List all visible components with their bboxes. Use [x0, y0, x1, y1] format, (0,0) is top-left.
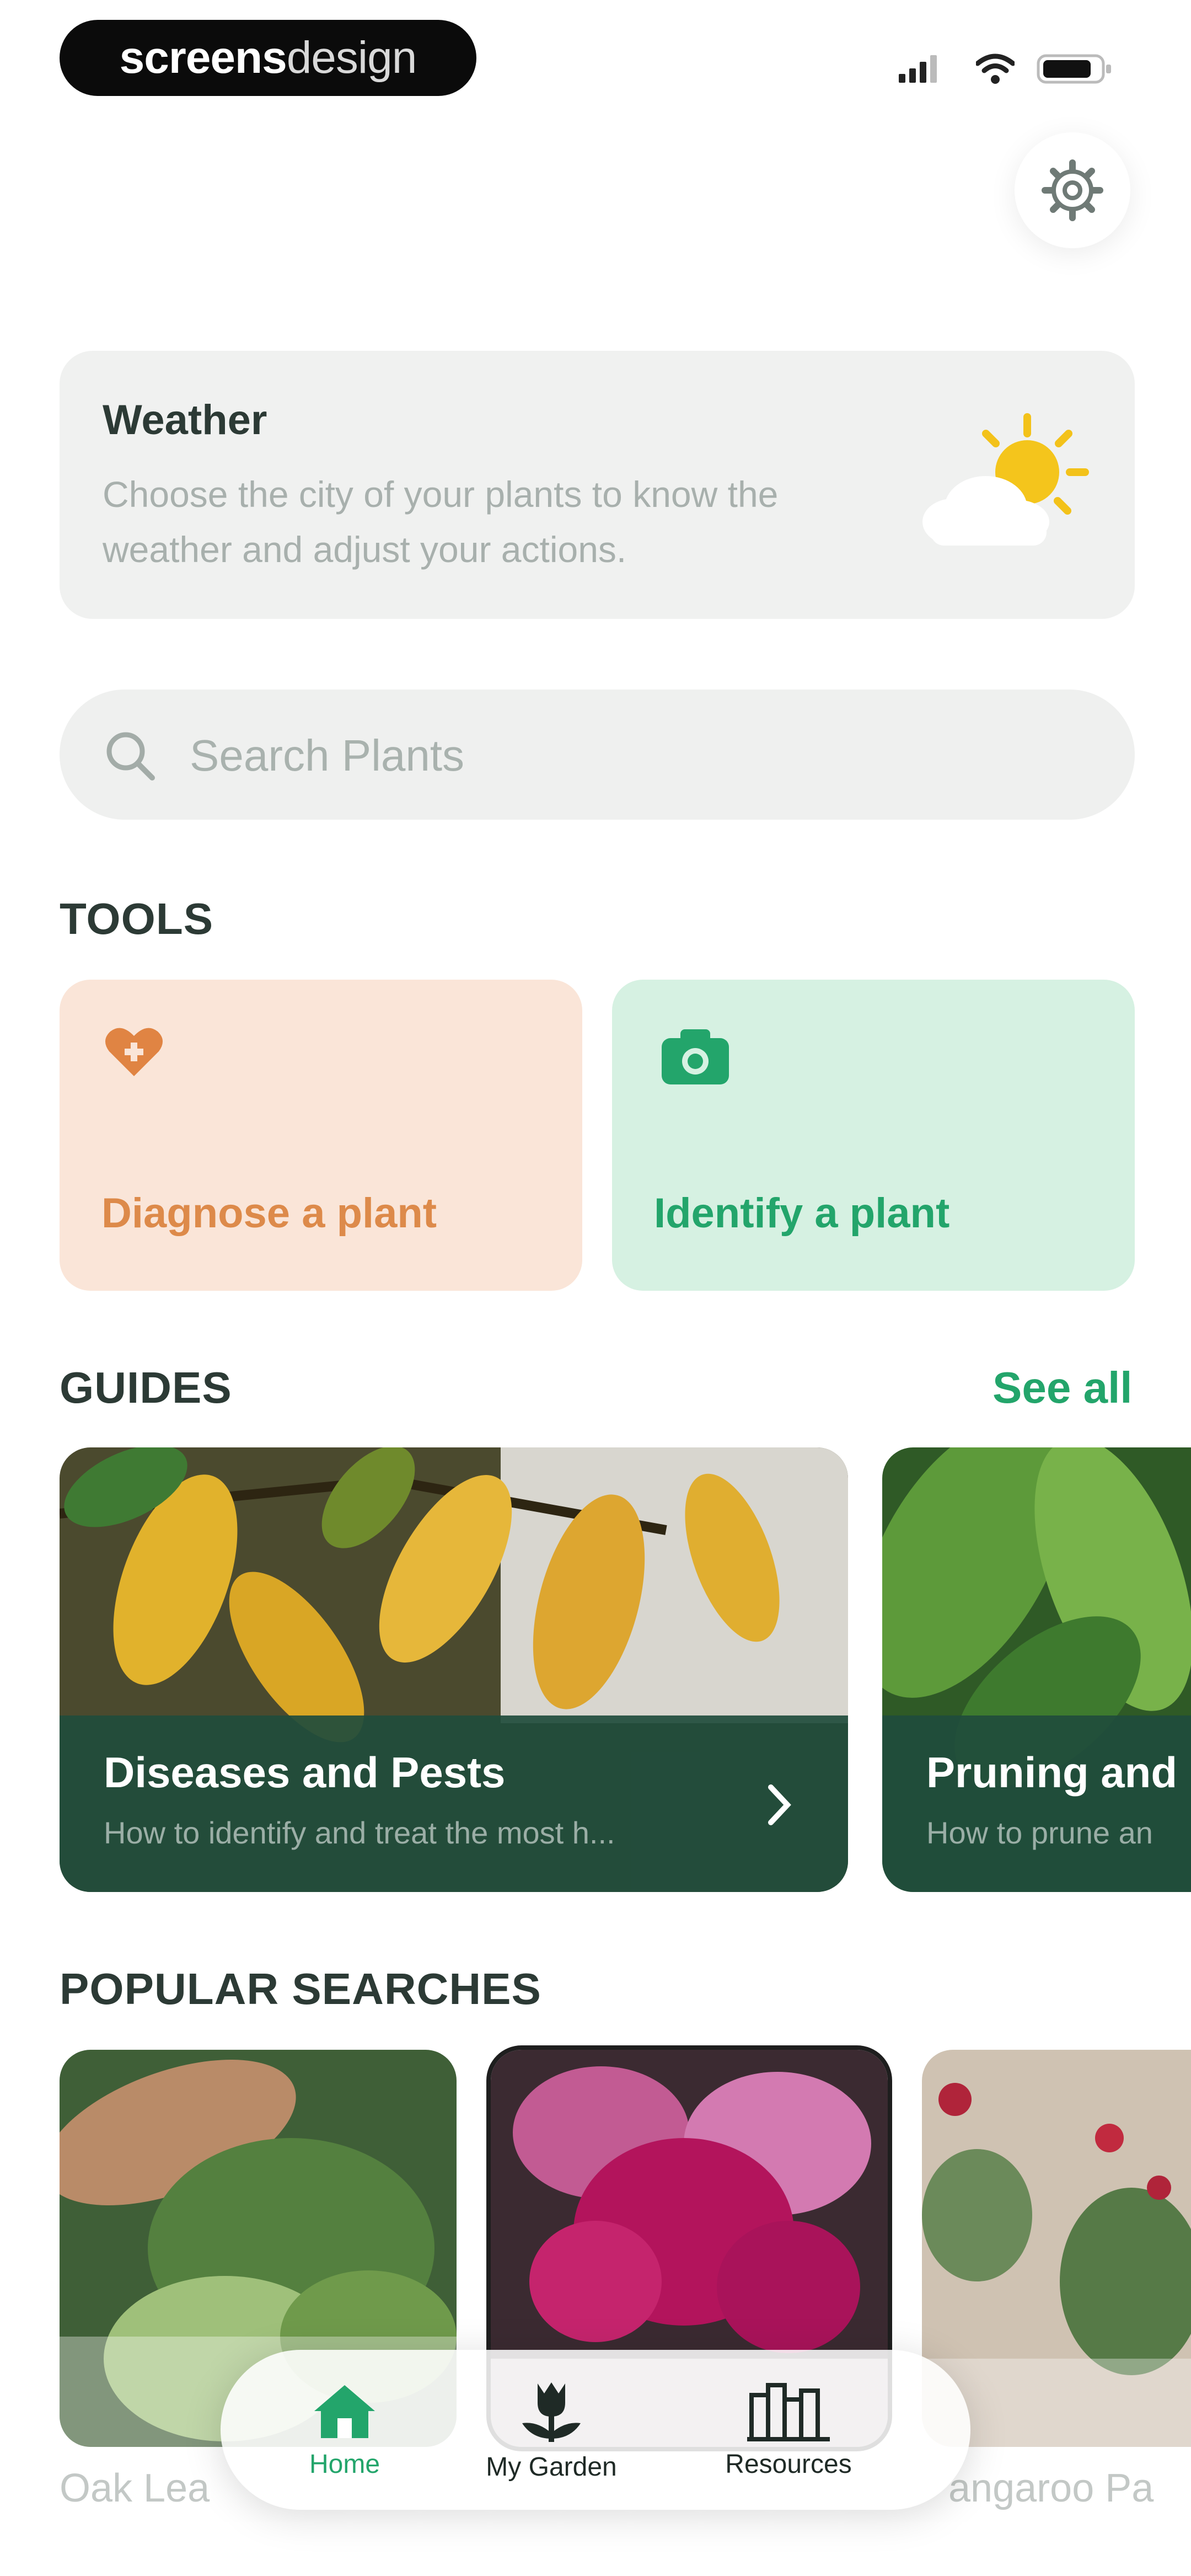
tab-my-garden[interactable]: My Garden [463, 2350, 640, 2510]
settings-button[interactable] [1015, 132, 1130, 248]
guide-card-diseases[interactable]: Diseases and Pests How to identify and t… [60, 1447, 848, 1892]
popular-card-kangaroo-paw[interactable] [922, 2050, 1191, 2447]
books-icon [747, 2382, 830, 2441]
identify-plant-button[interactable]: Identify a plant [612, 980, 1135, 1291]
tab-label: Home [309, 2449, 380, 2479]
search-input[interactable]: Search Plants [190, 730, 464, 781]
see-all-link[interactable]: See all [993, 1362, 1133, 1413]
weather-description: Choose the city of your plants to know t… [103, 474, 779, 570]
diagnose-plant-button[interactable]: Diagnose a plant [60, 980, 582, 1291]
screensdesign-badge: screens design [60, 20, 476, 96]
gear-icon [1042, 159, 1103, 221]
guide-overlay: Pruning and How to prune an [882, 1715, 1191, 1892]
tools-heading: TOOLS [60, 894, 214, 943]
weather-title: Weather [103, 397, 267, 443]
popular-label: Oak Lea [60, 2466, 210, 2510]
sun-cloud-icon [922, 413, 1089, 546]
popular-searches-heading: POPULAR SEARCHES [60, 1964, 541, 2013]
bottom-tab-bar: Home My Garden Resources [221, 2350, 970, 2510]
guide-card-pruning[interactable]: Pruning and How to prune an [882, 1447, 1191, 1892]
guide-subtitle: How to identify and treat the most h... [104, 1815, 615, 1850]
guide-title: Pruning and [926, 1748, 1177, 1797]
popular-label: angaroo Pa [948, 2466, 1154, 2510]
tab-label: My Garden [486, 2452, 617, 2482]
identify-plant-label: Identify a plant [654, 1190, 950, 1237]
brand-bold-text: screens [119, 33, 287, 83]
weather-card[interactable]: Weather Choose the city of your plants t… [60, 351, 1135, 619]
heart-plus-icon [105, 1028, 163, 1076]
tab-label: Resources [725, 2449, 852, 2479]
tab-home[interactable]: Home [243, 2350, 447, 2510]
guides-heading: GUIDES [60, 1363, 232, 1412]
signal-icon [899, 50, 937, 88]
camera-icon [662, 1029, 729, 1084]
home-icon [314, 2385, 375, 2438]
search-icon [106, 732, 155, 781]
tab-resources[interactable]: Resources [673, 2350, 904, 2510]
guide-title: Diseases and Pests [104, 1748, 506, 1797]
search-bar[interactable]: Search Plants [60, 690, 1135, 820]
brand-light-text: design [286, 33, 417, 83]
plant-icon [522, 2382, 581, 2442]
popular-image-kangaroo-paw [922, 2050, 1191, 2447]
battery-icon [1037, 50, 1114, 88]
wifi-icon [976, 50, 1015, 88]
diagnose-plant-label: Diagnose a plant [101, 1190, 437, 1237]
chevron-right-icon [768, 1784, 791, 1825]
guide-overlay: Diseases and Pests How to identify and t… [60, 1715, 848, 1892]
guide-subtitle: How to prune an [926, 1815, 1153, 1850]
